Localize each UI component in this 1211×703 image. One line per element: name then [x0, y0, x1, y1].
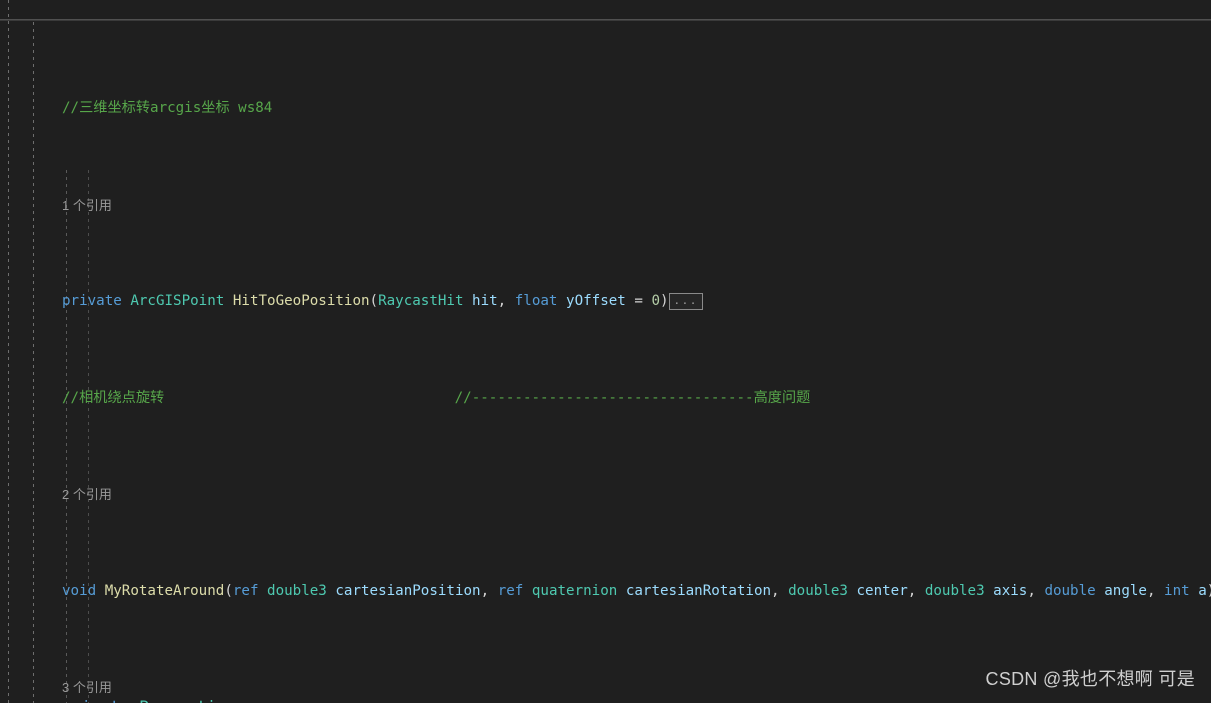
sp	[164, 390, 454, 406]
comma: ,	[480, 582, 498, 599]
kw-private: private	[62, 293, 122, 310]
param-center: center	[856, 582, 908, 599]
sp	[258, 583, 267, 599]
comma: ,	[1027, 582, 1045, 599]
param-yoffset: yOffset	[566, 293, 626, 310]
type-quaternion: quaternion	[531, 582, 618, 599]
param-hit: hit	[472, 293, 498, 310]
code-line-my-rotate-around[interactable]: void MyRotateAround(ref double3 cartesia…	[0, 582, 1211, 601]
kw-float: float	[514, 293, 558, 310]
paren: )	[1207, 583, 1211, 599]
kw-double: double	[1044, 582, 1096, 599]
paren: )	[660, 293, 669, 310]
code-line-comment-rotate[interactable]: //相机绕点旋转 //-----------------------------…	[0, 389, 1211, 408]
type-double3: double3	[267, 582, 327, 599]
type-arcgispoint: ArcGISPoint	[130, 293, 225, 310]
kw-private: private	[62, 697, 129, 703]
editor-top-divider-shadow	[0, 20, 1211, 21]
comment-text: //三维坐标转arcgis坐标 ws84	[62, 100, 273, 117]
sp	[96, 583, 105, 599]
kw-void: void	[62, 582, 97, 599]
code-line-next: private Properti	[0, 697, 1211, 703]
param-cartesianposition: cartesianPosition	[335, 582, 481, 599]
method-hittogeoposition: HitToGeoPosition	[232, 293, 370, 310]
comma: ,	[771, 582, 789, 599]
type-raycasthit: RaycastHit	[378, 293, 464, 310]
codelens-reference-count[interactable]: 1 个引用	[62, 198, 112, 213]
comma: ,	[907, 582, 925, 599]
codelens-line[interactable]: 2 个引用	[0, 485, 1211, 504]
code-content[interactable]: //三维坐标转arcgis坐标 ws84 1 个引用 private ArcGI…	[0, 22, 1211, 703]
clipped-next-line: private Properti	[0, 697, 1211, 703]
sp	[224, 293, 233, 309]
code-line[interactable]: //三维坐标转arcgis坐标 ws84	[0, 99, 1211, 118]
sp	[523, 583, 532, 599]
sp	[464, 293, 473, 309]
comma: ,	[497, 293, 515, 310]
param-angle: angle	[1104, 582, 1147, 599]
codelens-line[interactable]: 1 个引用	[0, 196, 1211, 215]
comment-height-issue: //---------------------------------高度问题	[454, 389, 811, 406]
sp	[985, 583, 994, 599]
type-properti: Properti	[139, 697, 216, 703]
sp	[617, 583, 626, 599]
kw-int: int	[1164, 582, 1190, 599]
sp	[1096, 583, 1105, 599]
code-line-hit-to-geo-position[interactable]: private ArcGISPoint HitToGeoPosition(Ray…	[0, 292, 1211, 311]
comment-camera-rotate: //相机绕点旋转	[62, 389, 165, 406]
num-0: 0	[651, 293, 660, 310]
codelens-reference-count[interactable]: 2 个引用	[62, 487, 112, 502]
paren: (	[369, 293, 379, 310]
type-double3: double3	[924, 582, 985, 599]
collapsed-region-button[interactable]: ...	[668, 293, 703, 311]
kw-ref: ref	[497, 582, 524, 599]
method-myrotatearound: MyRotateAround	[104, 582, 225, 599]
sp	[129, 697, 139, 703]
param-axis: axis	[993, 582, 1028, 599]
param-cartesianrotation: cartesianRotation	[625, 582, 772, 599]
codelens-reference-count[interactable]: 3 个引用	[62, 680, 112, 695]
kw-ref: ref	[232, 582, 259, 599]
sp	[557, 293, 566, 309]
comma: ,	[1146, 582, 1165, 599]
param-a: a	[1198, 582, 1207, 599]
sp	[1190, 583, 1199, 599]
eq: =	[625, 293, 652, 310]
paren: (	[224, 582, 233, 599]
type-double3: double3	[788, 582, 848, 599]
code-editor[interactable]: //三维坐标转arcgis坐标 ws84 1 个引用 private ArcGI…	[0, 0, 1211, 703]
csdn-watermark: CSDN @我也不想啊 可是	[985, 669, 1195, 689]
